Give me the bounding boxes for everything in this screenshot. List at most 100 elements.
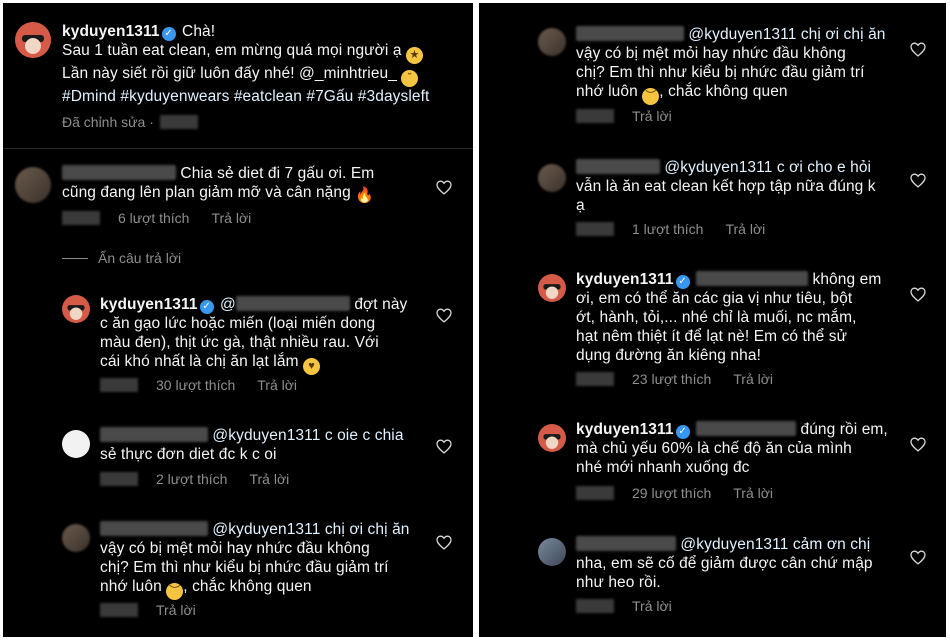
avatar[interactable] (15, 22, 51, 58)
caption-line2: Sau 1 tuần eat clean, em mừng quá mọi ng… (62, 42, 402, 59)
reply-3-line3: chị? Em thì như kiểu bị nhức đầu giảm tr… (100, 559, 389, 576)
star-struck-emoji-icon: ★ (406, 47, 424, 64)
heart-outline-icon[interactable] (910, 173, 926, 188)
comment-1-line1: Chia sẻ diet đi 7 gấu ơi. Em (180, 165, 375, 182)
reply-3-line1: @kyduyen1311 chị ơi chị ăn (212, 521, 410, 538)
avatar[interactable] (538, 164, 566, 192)
reply-6: kyduyen1311 ✓ đúng rồi em, mà chủ yếu 60%… (479, 417, 946, 512)
sad-emoji-icon: ︶ (642, 88, 660, 105)
reply-4: @kyduyen1311 c ơi cho e hỏi vẫn là ăn ea… (479, 156, 946, 246)
avatar[interactable] (538, 274, 566, 302)
redacted-username (235, 296, 350, 311)
avatar[interactable] (538, 28, 566, 56)
redacted-username (576, 536, 676, 551)
caption: kyduyen1311 ✓ Chà! Sau 1 tuần eat clean, … (3, 3, 473, 143)
comment-1-line2: cũng đang lên plan giảm mỡ và cân nặng (62, 184, 351, 201)
caption-username[interactable]: kyduyen1311 (62, 23, 160, 40)
reply-3-line4-after: , chắc không quen (659, 83, 788, 100)
reply-3-line1: @kyduyen1311 chị ơi chị ăn (688, 26, 886, 43)
comment-1-reply[interactable]: Trả lời (211, 210, 251, 226)
reply-3-line4: nhớ luôn (576, 83, 638, 100)
redacted-username (100, 427, 208, 442)
reply-6-reply[interactable]: Trả lời (733, 485, 773, 501)
reply-1-username[interactable]: kyduyen1311 (100, 296, 198, 313)
reply-1-reply[interactable]: Trả lời (257, 377, 297, 393)
redacted-username (576, 26, 684, 41)
smirk-emoji-icon: ˘ (401, 70, 419, 87)
comment-1-likes[interactable]: 6 lượt thích (118, 210, 189, 226)
reply-3-line3: chị? Em thì như kiểu bị nhức đầu giảm tr… (576, 64, 865, 81)
reply-3-line2: vậy có bị mệt mỏi hay nhức đầu không (100, 540, 370, 557)
edited-label: Đã chỉnh sửa · (62, 114, 154, 130)
reply-3-line2: vậy có bị mệt mỏi hay nhức đầu không (576, 45, 846, 62)
reply-6-line2: mà chủ yếu 60% là chế độ ăn của mình (576, 440, 852, 457)
caption-hashtags[interactable]: #Dmind #kyduyenwears #eatclean #7Gấu #3d… (62, 88, 429, 105)
reply-1-likes[interactable]: 30 lượt thích (156, 377, 235, 393)
reply-2-reply[interactable]: Trả lời (249, 471, 289, 487)
avatar[interactable] (538, 538, 566, 566)
reply-5: kyduyen1311 ✓ không em ơi, em có thể ăn c… (479, 267, 946, 397)
heart-outline-icon[interactable] (436, 180, 452, 195)
heart-outline-icon[interactable] (436, 535, 452, 550)
avatar[interactable] (538, 424, 566, 452)
mention[interactable]: @ (220, 296, 236, 313)
reply-6-likes[interactable]: 29 lượt thích (632, 485, 711, 501)
reply-2: @kyduyen1311 c oie c chia sẻ thực đơn di… (3, 421, 473, 491)
redacted-date (100, 472, 138, 486)
reply-1-line4: cái khó nhất là chị ăn lạt lắm (100, 353, 299, 370)
reply-3: @kyduyen1311 chị ơi chị ăn vậy có bị mệt… (479, 20, 946, 130)
reply-7-line2: nha, em sẽ cố để giảm được cân chứ mập (576, 555, 873, 572)
reply-2-line1: @kyduyen1311 c oie c chia (212, 427, 404, 444)
verified-badge-icon: ✓ (675, 425, 690, 439)
avatar[interactable] (62, 295, 90, 323)
reply-7-line1: @kyduyen1311 cảm ơn chị (680, 536, 871, 553)
heart-outline-icon[interactable] (436, 308, 452, 323)
reply-1-line3: màu đen), thịt ức gà, thật nhiều rau. Vớ… (100, 334, 379, 351)
heart-outline-icon[interactable] (910, 550, 926, 565)
reply-2-likes[interactable]: 2 lượt thích (156, 471, 227, 487)
verified-badge-icon: ✓ (199, 300, 214, 314)
hide-replies-button[interactable]: Ẩn câu trả lời (62, 250, 181, 266)
reply-7: @kyduyen1311 cảm ơn chị nha, em sẽ cố để… (479, 532, 946, 632)
reply-6-username[interactable]: kyduyen1311 (576, 421, 674, 438)
redacted-date (100, 378, 138, 392)
reply-4-reply[interactable]: Trả lời (725, 221, 765, 237)
heart-outline-icon[interactable] (910, 42, 926, 57)
reply-5-likes[interactable]: 23 lượt thích (632, 371, 711, 387)
comments-panel-left: kyduyen1311 ✓ Chà! Sau 1 tuần eat clean, … (3, 3, 473, 637)
reply-4-likes[interactable]: 1 lượt thích (632, 221, 703, 237)
reply-5-line2: ơi, em có thể ăn các gia vị như tiêu, bộ… (576, 290, 853, 307)
heart-outline-icon[interactable] (436, 439, 452, 454)
reply-7-reply[interactable]: Trả lời (632, 598, 672, 614)
redacted-date (576, 222, 614, 236)
avatar[interactable] (15, 167, 51, 203)
heart-outline-icon[interactable] (910, 287, 926, 302)
redacted-date (159, 115, 198, 129)
reply-3-reply[interactable]: Trả lời (632, 108, 672, 124)
redacted-username (696, 421, 797, 436)
redacted-date (576, 372, 614, 386)
redacted-username (62, 165, 176, 180)
reply-3-line4: nhớ luôn (100, 578, 162, 595)
verified-badge-icon: ✓ (161, 27, 176, 41)
comments-panel-right: @kyduyen1311 chị ơi chị ăn vậy có bị mệt… (479, 3, 946, 637)
reply-5-line3: ớt, hành, tỏi,... nhé chỉ là muối, nc mắ… (576, 309, 857, 326)
reply-6-line3: nhé mới nhanh xuống đc (576, 459, 750, 476)
smiling-hearts-emoji-icon: ♥ (303, 358, 321, 375)
hide-replies-label: Ẩn câu trả lời (98, 250, 182, 266)
divider (62, 258, 88, 259)
divider (3, 148, 473, 149)
reply-5-reply[interactable]: Trả lời (733, 371, 773, 387)
fire-emoji-icon: 🔥 (355, 187, 375, 204)
reply-1: kyduyen1311 ✓ @ đợt này c ăn gạo lức hoặc… (3, 286, 473, 396)
avatar[interactable] (62, 430, 90, 458)
heart-outline-icon[interactable] (910, 437, 926, 452)
redacted-username (100, 521, 208, 536)
redacted-date (62, 211, 100, 225)
reply-5-line4: hạt nêm thiệt ít để lạt nè! Em có thể sử (576, 328, 848, 345)
redacted-date (576, 486, 614, 500)
reply-5-username[interactable]: kyduyen1311 (576, 271, 674, 288)
avatar[interactable] (62, 524, 90, 552)
reply-3-reply[interactable]: Trả lời (156, 602, 196, 618)
redacted-username (696, 271, 809, 286)
